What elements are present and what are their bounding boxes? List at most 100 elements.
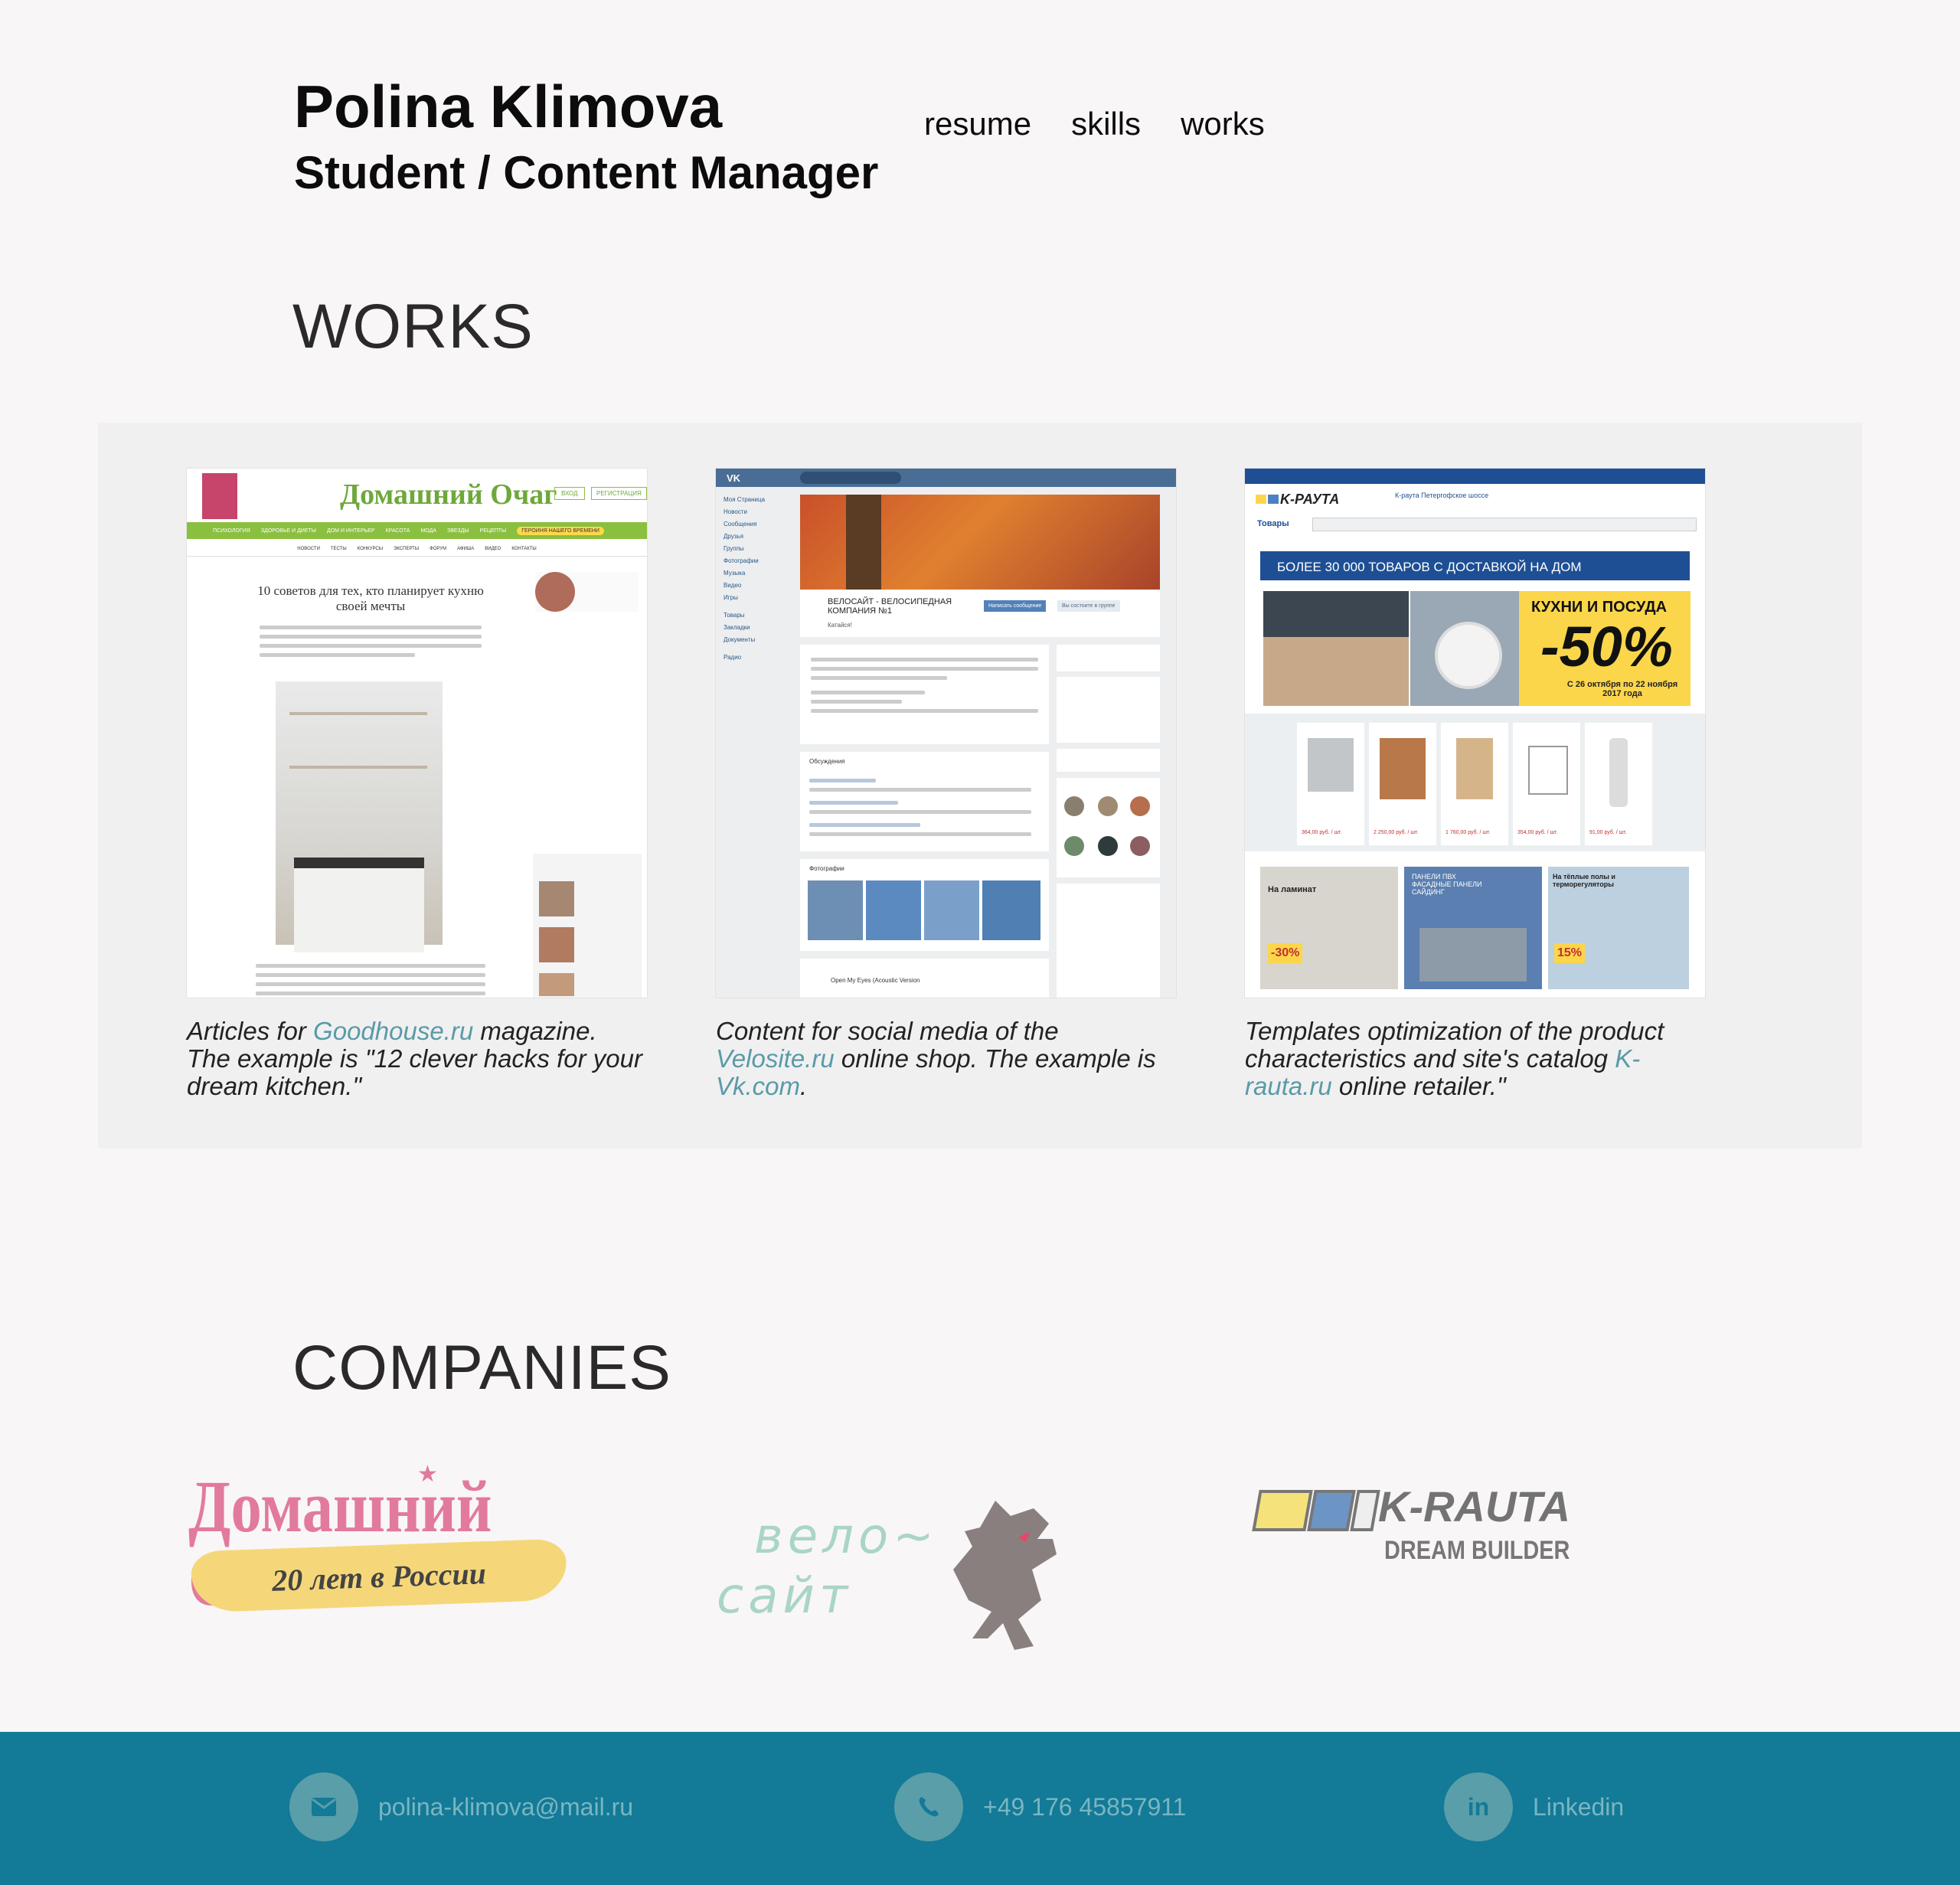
submenu-item[interactable]: КОНТАКТЫ bbox=[511, 547, 536, 551]
vk-audio-title: Open My Eyes (Acoustic Version bbox=[831, 977, 920, 984]
tile-label: ПАНЕЛИ ПВХ ФАСАДНЫЕ ПАНЕЛИ САЙДИНГ bbox=[1412, 873, 1482, 896]
product-card[interactable]: 2 250,00 руб. / шт. bbox=[1369, 723, 1436, 845]
heroine-badge[interactable]: ГЕРОИНЯ НАШЕГО ВРЕМЕНИ bbox=[517, 526, 604, 535]
floor-heating-tile[interactable]: На тёплые полы и терморегуляторы 15% bbox=[1548, 867, 1689, 989]
vk-menu-item[interactable]: Документы bbox=[724, 636, 792, 643]
product-price: 364,00 руб. / шт. bbox=[1302, 830, 1342, 835]
nav-skills[interactable]: skills bbox=[1071, 106, 1141, 142]
menu-item[interactable]: ДОМ И ИНТЕРЬЕР bbox=[327, 528, 375, 534]
companies-title: COMPANIES bbox=[292, 1333, 671, 1403]
product-card[interactable]: 364,00 руб. / шт. bbox=[1297, 723, 1364, 845]
menu-item[interactable]: КРАСОТА bbox=[386, 528, 410, 534]
siding-tile[interactable]: ПАНЕЛИ ПВХ ФАСАДНЫЕ ПАНЕЛИ САЙДИНГ bbox=[1404, 867, 1542, 989]
linkedin-text[interactable]: Linkedin bbox=[1533, 1793, 1624, 1821]
vk-menu-item[interactable]: Музыка bbox=[724, 570, 792, 577]
vk-info-block bbox=[800, 645, 1049, 744]
product-card[interactable]: 91,00 руб. / шт. bbox=[1585, 723, 1652, 845]
vk-menu-item[interactable]: Новости bbox=[724, 508, 792, 515]
submenu-item[interactable]: АФИША bbox=[457, 547, 474, 551]
caption-text: . bbox=[800, 1072, 808, 1100]
menu-item[interactable]: ЗВЕЗДЫ bbox=[447, 528, 469, 534]
velosite-link[interactable]: Velosite.ru bbox=[716, 1044, 835, 1073]
vk-search-input[interactable] bbox=[800, 472, 901, 484]
caption-text: Templates optimization of the product ch… bbox=[1245, 1017, 1664, 1073]
nav-works[interactable]: works bbox=[1181, 106, 1265, 142]
work-item-velosite: VK Моя Страница Новости Сообщения Друзья… bbox=[716, 469, 1176, 1100]
magazine-cover-icon bbox=[202, 473, 237, 519]
vk-discussions: Обсуждения bbox=[800, 752, 1049, 851]
vk-menu-item[interactable]: Видео bbox=[724, 582, 792, 589]
vk-menu-item[interactable]: Игры bbox=[724, 594, 792, 601]
product-price: 354,00 руб. / шт. bbox=[1517, 830, 1558, 835]
goodhouse-ribbon-text: 20 лет в России bbox=[271, 1556, 487, 1598]
linkedin-contact[interactable]: in Linkedin bbox=[1444, 1772, 1624, 1841]
krauta-search-input[interactable] bbox=[1312, 518, 1697, 531]
footer: polina-klimova@mail.ru +49 176 45857911 … bbox=[0, 1732, 1960, 1885]
nav-resume[interactable]: resume bbox=[924, 106, 1031, 142]
phone-contact[interactable]: +49 176 45857911 bbox=[894, 1772, 1186, 1841]
phone-icon bbox=[894, 1772, 963, 1841]
tile-discount: 15% bbox=[1554, 943, 1586, 963]
goodhouse-link[interactable]: Goodhouse.ru bbox=[313, 1017, 473, 1045]
vk-screenshot[interactable]: VK Моя Страница Новости Сообщения Друзья… bbox=[716, 469, 1176, 998]
krauta-store[interactable]: К-раута Петергофское шоссе bbox=[1395, 492, 1488, 499]
vk-menu-item[interactable]: Сообщения bbox=[724, 521, 792, 528]
vk-audio[interactable]: Open My Eyes (Acoustic Version bbox=[800, 959, 1049, 998]
krauta-screenshot[interactable]: K-РАУТА К-раута Петергофское шоссе Товар… bbox=[1245, 469, 1705, 998]
work-caption-velosite: Content for social media of the Velosite… bbox=[716, 1018, 1176, 1100]
vk-join-button[interactable]: Вы состоите в группе bbox=[1057, 600, 1120, 612]
velosite-logo-line1: вело~ bbox=[754, 1508, 939, 1565]
menu-item[interactable]: ЗДОРОВЬЕ И ДИЕТЫ bbox=[261, 528, 316, 534]
krauta-catalog-button[interactable]: Товары bbox=[1257, 519, 1289, 528]
main-nav: resume skills works bbox=[924, 106, 1265, 142]
goodhouse-screenshot[interactable]: Домашний Очаг ВХОД РЕГИСТРАЦИЯ ПСИХОЛОГИ… bbox=[187, 469, 647, 998]
submenu-item[interactable]: ТЕСТЫ bbox=[331, 547, 347, 551]
vk-menu-item[interactable]: Товары bbox=[724, 612, 792, 619]
works-title: WORKS bbox=[292, 292, 534, 361]
caption-text: Content for social media of the bbox=[716, 1017, 1059, 1045]
krauta-delivery-banner[interactable]: БОЛЕЕ 30 000 ТОВАРОВ С ДОСТАВКОЙ НА ДОМ bbox=[1260, 551, 1690, 580]
submenu-item[interactable]: ФОРУМ bbox=[430, 547, 446, 551]
menu-item[interactable]: ПСИХОЛОГИЯ bbox=[213, 528, 250, 534]
partner-news bbox=[533, 854, 642, 998]
velosite-company-logo[interactable]: вело~ сайт bbox=[712, 1485, 1110, 1669]
vk-menu-item[interactable]: Радио bbox=[724, 654, 792, 661]
product-card[interactable]: 354,00 руб. / шт. bbox=[1513, 723, 1580, 845]
author-role: Student / Content Manager bbox=[294, 147, 879, 198]
submenu-item[interactable]: НОВОСТИ bbox=[297, 547, 320, 551]
submenu-item[interactable]: ВИДЕО bbox=[485, 547, 501, 551]
email-text[interactable]: polina-klimova@mail.ru bbox=[378, 1793, 633, 1821]
vk-menu-item[interactable]: Закладки bbox=[724, 624, 792, 631]
register-button[interactable]: РЕГИСТРАЦИЯ bbox=[591, 487, 647, 500]
submenu-item[interactable]: КОНКУРСЫ bbox=[358, 547, 383, 551]
submenu-item[interactable]: ЭКСПЕРТЫ bbox=[394, 547, 419, 551]
caption-text: online retailer." bbox=[1331, 1072, 1506, 1100]
laminate-tile[interactable]: На ламинат -30% bbox=[1260, 867, 1398, 989]
krauta-promo[interactable]: КУХНИ И ПОСУДА -50% С 26 октября по 22 н… bbox=[1519, 591, 1690, 706]
vk-menu-item[interactable]: Моя Страница bbox=[724, 496, 792, 503]
login-button[interactable]: ВХОД bbox=[554, 487, 585, 500]
author-name: Polina Klimova bbox=[294, 73, 723, 140]
sidebar-promo[interactable] bbox=[535, 572, 639, 612]
tile-label: На ламинат bbox=[1268, 885, 1317, 894]
vk-menu-item[interactable]: Группы bbox=[724, 545, 792, 552]
promo-discount: -50% bbox=[1540, 615, 1673, 678]
phone-text[interactable]: +49 176 45857911 bbox=[983, 1793, 1186, 1821]
menu-item[interactable]: МОДА bbox=[420, 528, 436, 534]
works-gallery: Домашний Очаг ВХОД РЕГИСТРАЦИЯ ПСИХОЛОГИ… bbox=[98, 423, 1862, 1148]
email-contact[interactable]: polina-klimova@mail.ru bbox=[289, 1772, 633, 1841]
krauta-company-logo[interactable]: K-RAUTA DREAM BUILDER bbox=[1252, 1485, 1615, 1577]
vk-write-button[interactable]: Написать сообщение bbox=[984, 600, 1047, 612]
vk-link[interactable]: Vk.com bbox=[716, 1072, 800, 1100]
vk-logo-icon: VK bbox=[727, 472, 741, 484]
vk-menu-item[interactable]: Фотографии bbox=[724, 557, 792, 564]
vk-discussions-title: Обсуждения bbox=[809, 758, 845, 765]
article-body bbox=[256, 959, 485, 998]
krauta-yellow-block bbox=[1252, 1490, 1313, 1531]
goodhouse-company-logo[interactable]: Домашний Очаг ★ 20 лет в России bbox=[184, 1455, 582, 1617]
menu-item[interactable]: РЕЦЕПТЫ bbox=[480, 528, 507, 534]
promo-dates: С 26 октября по 22 ноября 2017 года bbox=[1566, 680, 1678, 698]
vk-menu-item[interactable]: Друзья bbox=[724, 533, 792, 540]
product-card[interactable]: 1 760,00 руб. / шт. bbox=[1441, 723, 1508, 845]
velosite-logo-line2: сайт bbox=[717, 1568, 853, 1625]
